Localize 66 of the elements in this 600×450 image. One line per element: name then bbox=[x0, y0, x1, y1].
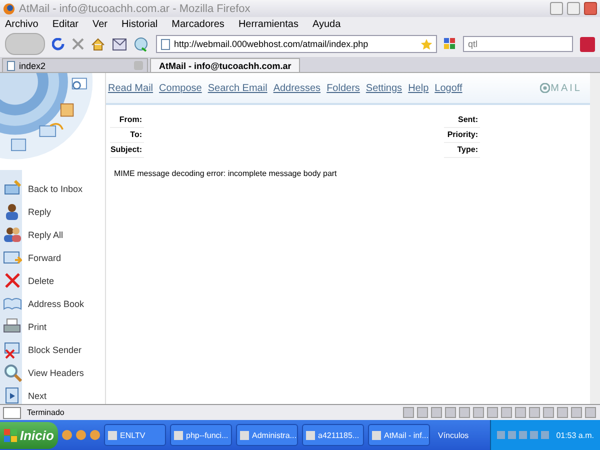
home-icon[interactable] bbox=[91, 38, 105, 50]
header-label: Priority: bbox=[444, 128, 480, 143]
nav-link[interactable]: Read Mail bbox=[108, 82, 154, 94]
status-text: Terminado bbox=[27, 408, 64, 417]
menu-item[interactable]: Marcadores bbox=[172, 18, 224, 30]
sidebar-action[interactable]: Block Sender bbox=[0, 341, 105, 358]
nav-link[interactable]: Addresses bbox=[273, 82, 321, 94]
windows-flag-icon bbox=[4, 428, 17, 442]
sidebar-action[interactable]: Reply All bbox=[0, 226, 105, 243]
sidebar-action[interactable]: Next bbox=[0, 387, 105, 404]
minimize-button[interactable] bbox=[550, 2, 563, 15]
maximize-button[interactable] bbox=[567, 2, 580, 15]
taskbar-button[interactable]: Administra... bbox=[236, 424, 298, 446]
taskbar-button[interactable]: AtMail - inf... bbox=[368, 424, 430, 446]
stop-icon[interactable] bbox=[72, 38, 84, 50]
close-button[interactable] bbox=[584, 2, 597, 15]
links-toolbar[interactable]: Vínculos bbox=[438, 430, 469, 440]
sidebar-action[interactable]: Reply bbox=[0, 203, 105, 220]
sidebar-action[interactable]: Print bbox=[0, 318, 105, 335]
address-field[interactable]: http://webmail.000webhost.com/atmail/index.php bbox=[156, 35, 437, 53]
header-label: Sent: bbox=[444, 113, 480, 128]
nav-link[interactable]: Help bbox=[408, 82, 429, 94]
taskbar-button[interactable]: php--funci... bbox=[170, 424, 232, 446]
sidebar-action[interactable]: View Headers bbox=[0, 364, 105, 381]
envelope-x-icon bbox=[3, 340, 22, 359]
nav-link[interactable]: Compose bbox=[159, 82, 202, 94]
menu-item[interactable]: Archivo bbox=[5, 18, 38, 30]
menu-item[interactable]: Ver bbox=[92, 18, 108, 30]
header-label: From: bbox=[110, 113, 144, 128]
menu-item[interactable]: Herramientas bbox=[238, 18, 298, 30]
sidebar-action[interactable]: Address Book bbox=[0, 295, 105, 312]
page-icon bbox=[161, 38, 170, 50]
sidebar-action[interactable]: Delete bbox=[0, 272, 105, 289]
back-forward-button[interactable] bbox=[5, 33, 45, 55]
people-icon bbox=[3, 225, 22, 244]
reload-icon[interactable] bbox=[52, 38, 65, 50]
taskbar-button[interactable]: ENLTV bbox=[104, 424, 166, 446]
page-icon bbox=[7, 60, 15, 70]
envelope-icon[interactable] bbox=[112, 37, 127, 51]
search-engine-icon[interactable] bbox=[444, 38, 456, 50]
nav-link[interactable]: Logoff bbox=[434, 82, 462, 94]
connection-icon bbox=[3, 406, 21, 418]
sidebar-action[interactable]: Forward bbox=[0, 249, 105, 266]
header-label: Type: bbox=[444, 143, 480, 158]
header-label: Subject: bbox=[110, 143, 144, 158]
nav-link[interactable]: Settings bbox=[366, 82, 402, 94]
search-field[interactable]: qtl bbox=[463, 36, 573, 52]
browser-tab[interactable]: AtMail - info@tucoachh.com.ar bbox=[150, 58, 300, 72]
nav-link[interactable]: Search Email bbox=[208, 82, 268, 94]
star-icon[interactable] bbox=[421, 38, 432, 50]
header-label: To: bbox=[110, 128, 144, 143]
menu-item[interactable]: Ayuda bbox=[312, 18, 341, 30]
clock: 01:53 a.m. bbox=[556, 430, 594, 440]
browser-tab[interactable]: index2 bbox=[2, 58, 148, 72]
message-body: MIME message decoding error: incomplete message body part bbox=[113, 168, 338, 178]
x-mark-icon bbox=[3, 271, 22, 290]
menu-item[interactable]: Historial bbox=[122, 18, 158, 30]
sidebar-action[interactable]: Back to Inbox bbox=[0, 180, 105, 197]
menu-item[interactable]: Editar bbox=[52, 18, 78, 30]
window-title: AtMail - info@tucoachh.com.ar - Mozilla Firefox bbox=[19, 2, 252, 14]
addon-icon[interactable] bbox=[580, 36, 595, 52]
nav-link[interactable]: Folders bbox=[326, 82, 360, 94]
firefox-icon bbox=[3, 2, 15, 14]
mail-logo: MAIL bbox=[540, 82, 582, 94]
magnifier-icon bbox=[3, 363, 22, 382]
taskbar-button[interactable]: a4211185... bbox=[302, 424, 364, 446]
